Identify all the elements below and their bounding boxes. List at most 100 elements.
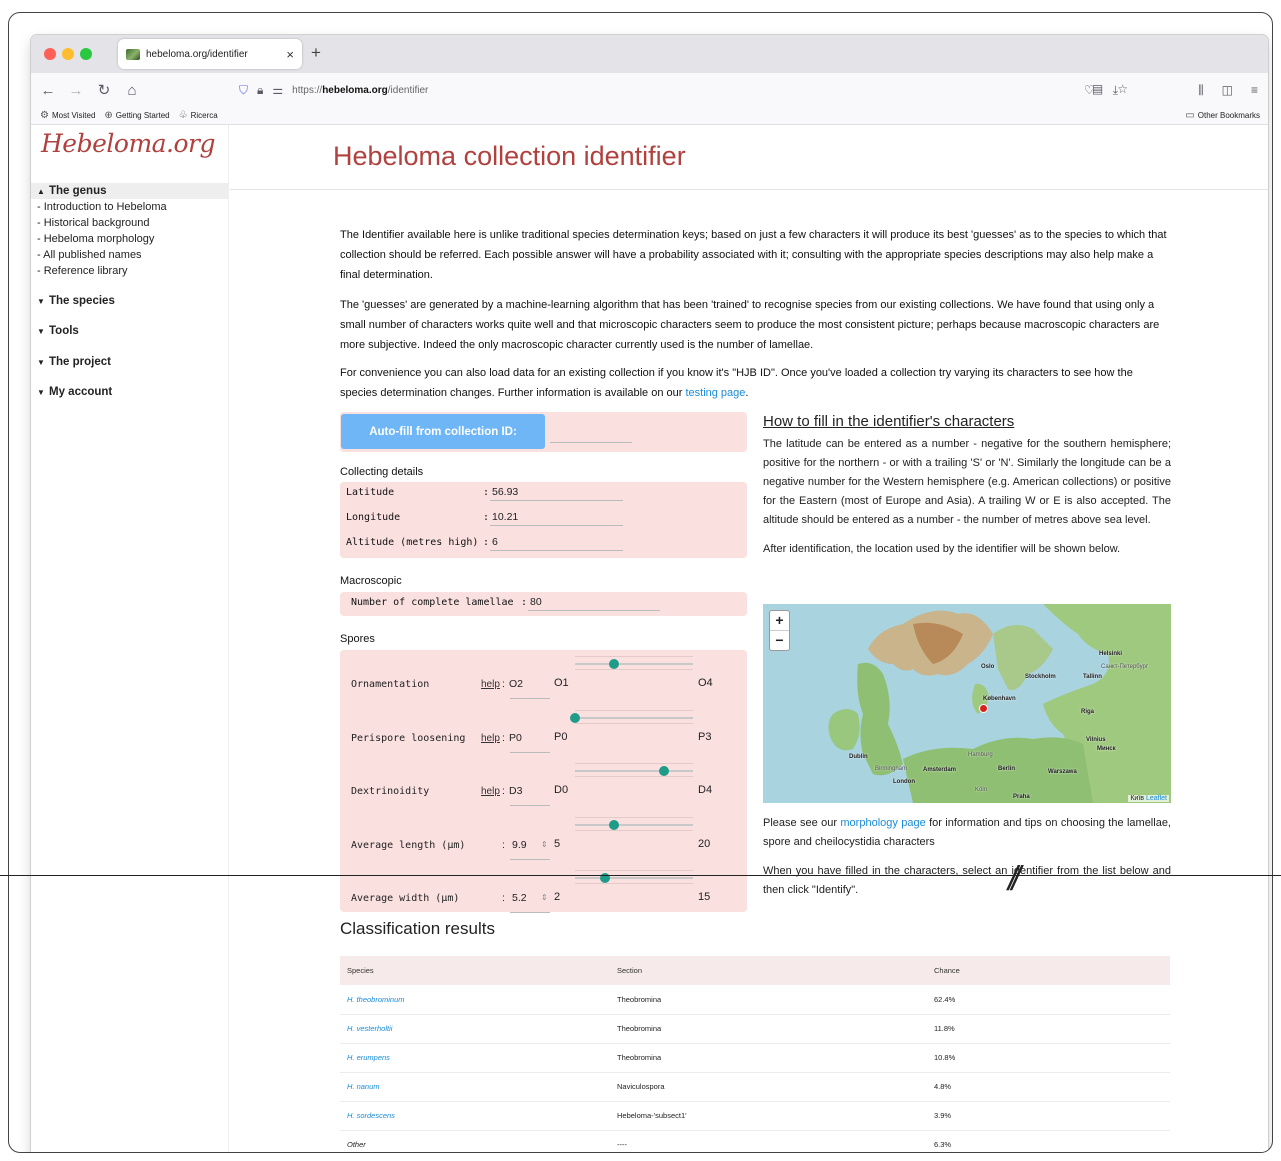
library-icon[interactable]: ⫼ — [1198, 83, 1204, 98]
section-cell: ---- — [610, 1130, 927, 1152]
spore-colon: : — [502, 892, 505, 904]
lock-icon[interactable]: 🔒︎ — [257, 83, 263, 98]
slider-knob[interactable] — [608, 659, 619, 669]
species-link[interactable]: H. theobrominum — [340, 985, 610, 1015]
column-header-chance[interactable]: Chance — [927, 956, 1170, 985]
slider-track[interactable] — [575, 716, 693, 719]
slider-track[interactable] — [575, 770, 693, 772]
location-marker-icon[interactable] — [979, 704, 988, 713]
lamellae-label: Number of complete lamellae — [351, 597, 514, 608]
slider-min-label: O1 — [554, 677, 569, 689]
map-zoom-out-button[interactable]: − — [770, 630, 789, 650]
map-label: Oslo — [981, 664, 995, 670]
map-label: Stockholm — [1025, 674, 1056, 680]
sidebar-head-account[interactable]: ▼ My account — [31, 384, 229, 400]
species-link[interactable]: H. vesterholtii — [340, 1014, 610, 1044]
location-map[interactable]: + − Helsinki Санкт-Петербург Oslo Stockh… — [763, 604, 1171, 803]
bookmark-most-visited[interactable]: ⚙ Most Visited — [40, 110, 95, 121]
pocket-icon[interactable]: ♡ — [1084, 83, 1095, 98]
bookmark-star-icon[interactable]: ☆ — [1117, 82, 1128, 96]
address-bar[interactable]: ⛉ 🔒︎ ⚌ https://hebeloma.org/identifier ▤… — [231, 77, 1136, 103]
table-row: H. nanum Naviculospora 4.8% — [340, 1072, 1170, 1102]
stepper-arrows-icon[interactable]: ⇕ — [541, 893, 548, 902]
help-heading: How to fill in the identifier's characte… — [763, 413, 1015, 430]
home-icon[interactable]: ⌂ — [121, 82, 143, 99]
tab-close-icon[interactable]: × — [286, 47, 294, 62]
sidebar-toggle-icon[interactable]: ◫ — [1222, 83, 1233, 98]
slider-knob[interactable] — [570, 712, 580, 723]
collection-id-input[interactable] — [550, 431, 632, 443]
forward-icon[interactable]: → — [65, 82, 87, 99]
minimize-window-button[interactable] — [62, 48, 74, 60]
tracking-protection-icon[interactable]: ⛉ — [239, 83, 248, 98]
sidebar-head-genus[interactable]: ▲ The genus — [31, 183, 229, 199]
caret-down-icon: ▼ — [37, 358, 45, 367]
url-text[interactable]: https://hebeloma.org/identifier — [292, 85, 428, 96]
close-window-button[interactable] — [44, 48, 56, 60]
other-bookmarks[interactable]: ▭ Other Bookmarks — [1185, 110, 1260, 121]
bookmark-ricerca[interactable]: ♧ Ricerca — [179, 110, 218, 121]
species-link[interactable]: H. nanum — [340, 1072, 610, 1102]
autofill-button[interactable]: Auto-fill from collection ID: — [341, 414, 545, 449]
menu-icon[interactable]: ≡ — [1251, 83, 1258, 98]
map-label: Amsterdam — [923, 767, 957, 773]
collecting-details-label: Collecting details — [340, 466, 424, 478]
bookmark-getting-started[interactable]: ⊕ Getting Started — [104, 110, 169, 121]
slider-track[interactable] — [575, 877, 693, 879]
site-logo[interactable]: Hebeloma.org — [41, 129, 216, 158]
lamellae-field[interactable]: 80 — [528, 596, 660, 611]
altitude-field[interactable]: 6 — [490, 536, 623, 551]
browser-tab[interactable]: hebeloma.org/identifier × — [118, 39, 302, 69]
map-label: Praha — [1013, 794, 1030, 800]
sidebar-item-historical[interactable]: - Historical background — [31, 215, 229, 231]
slider-knob[interactable] — [658, 766, 669, 776]
new-tab-button[interactable]: + — [311, 43, 321, 63]
slider-knob[interactable] — [608, 819, 619, 830]
macroscopic-label: Macroscopic — [340, 575, 402, 587]
sidebar-item-reference-library[interactable]: - Reference library — [31, 263, 229, 279]
help-link[interactable]: help — [481, 733, 500, 744]
map-label: Hamburg — [968, 752, 993, 758]
spore-value-field[interactable]: O2 — [509, 678, 523, 690]
species-link[interactable]: H. erumpens — [340, 1043, 610, 1073]
spore-value-field[interactable]: D3 — [509, 785, 522, 797]
latitude-field[interactable]: 56.93 — [490, 486, 623, 501]
column-header-species[interactable]: Species — [340, 956, 610, 985]
spore-value-underline — [510, 858, 550, 860]
help-link[interactable]: help — [481, 679, 500, 690]
spore-value-field[interactable]: P0 — [509, 732, 522, 744]
column-header-section[interactable]: Section — [610, 956, 927, 985]
gear-icon: ⚙ — [40, 110, 49, 121]
sidebar-head-species[interactable]: ▼ The species — [31, 293, 229, 309]
downloads-icon[interactable]: ⤓ — [1113, 83, 1118, 98]
caret-up-icon: ▲ — [37, 187, 45, 196]
sidebar-item-introduction[interactable]: - Introduction to Hebeloma — [31, 199, 229, 215]
stepper-arrows-icon[interactable]: ⇕ — [541, 840, 548, 849]
slider-track[interactable] — [575, 823, 693, 826]
spore-value-field[interactable]: 9.9 — [512, 839, 527, 851]
slider-track[interactable] — [575, 663, 693, 665]
help-link[interactable]: help — [481, 786, 500, 797]
leaflet-link[interactable]: Leaflet — [1146, 795, 1167, 802]
sidebar-head-project[interactable]: ▼ The project — [31, 354, 229, 370]
latitude-colon: : — [483, 487, 490, 498]
map-label: Riga — [1081, 709, 1095, 715]
sidebar-head-tools[interactable]: ▼ Tools — [31, 323, 229, 339]
morphology-page-link[interactable]: morphology page — [840, 817, 925, 829]
longitude-label: Longitude — [346, 512, 401, 523]
globe-icon: ⊕ — [104, 110, 113, 121]
reload-icon[interactable]: ↻ — [93, 81, 115, 99]
sidebar-item-published-names[interactable]: - All published names — [31, 247, 229, 263]
testing-page-link[interactable]: testing page — [685, 387, 745, 399]
sidebar-item-morphology[interactable]: - Hebeloma morphology — [31, 231, 229, 247]
map-zoom-in-button[interactable]: + — [770, 611, 789, 630]
spore-value-field[interactable]: 5.2 — [512, 892, 527, 904]
autofill-panel: Auto-fill from collection ID: — [340, 412, 747, 452]
permissions-icon[interactable]: ⚌ — [272, 83, 283, 97]
maximize-window-button[interactable] — [80, 48, 92, 60]
longitude-field[interactable]: 10.21 — [490, 511, 623, 526]
help-paragraph-3: Please see our morphology page for infor… — [763, 817, 1171, 848]
back-icon[interactable]: ← — [37, 82, 59, 99]
species-link[interactable]: H. sordescens — [340, 1101, 610, 1131]
slider-min-label: D0 — [554, 784, 569, 796]
